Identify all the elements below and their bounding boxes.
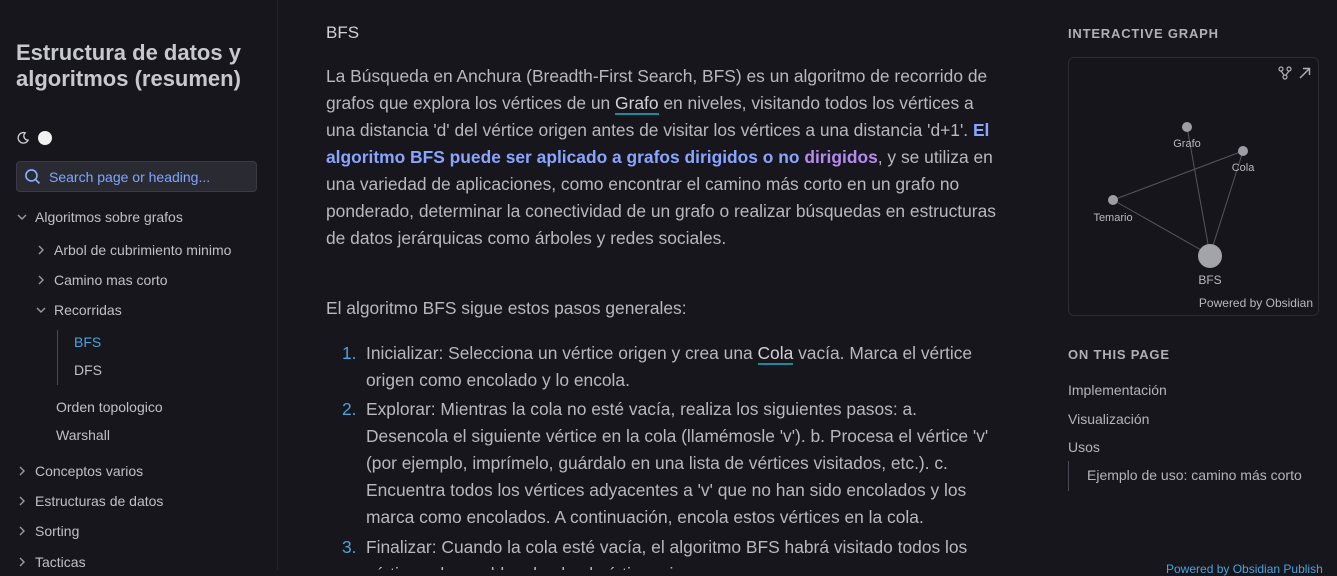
graph-section-title: INTERACTIVE GRAPH xyxy=(1068,26,1219,41)
list-number: 1. xyxy=(342,343,357,363)
graph-node-label: BFS xyxy=(1198,273,1221,287)
nav-item-bfs[interactable]: BFS xyxy=(74,334,101,350)
nav-item-warshall[interactable]: Warshall xyxy=(56,427,110,443)
nav-folder-recorridas[interactable]: Recorridas xyxy=(35,302,122,318)
graph-canvas[interactable]: Grafo Cola Temario BFS xyxy=(1069,58,1320,317)
nav-label: Estructuras de datos xyxy=(35,493,164,509)
global-graph-icon[interactable] xyxy=(1278,66,1292,80)
list-number: 2. xyxy=(342,399,357,419)
list-item: 2. Explorar: Mientras la cola no esté va… xyxy=(326,396,996,531)
internal-link-cola[interactable]: Cola xyxy=(757,343,794,365)
highlight-text: dirigidos xyxy=(804,147,878,167)
nav-label: Tacticas xyxy=(35,554,86,570)
list-item: 3. Finalizar: Cuando la cola esté vacía,… xyxy=(326,534,996,570)
graph-node-bfs[interactable] xyxy=(1198,244,1222,268)
nav-label: Warshall xyxy=(56,427,110,443)
chevron-right-icon xyxy=(38,275,44,285)
nav-label: Orden topologico xyxy=(56,399,163,415)
site-title[interactable]: Estructura de datos y algoritmos (resume… xyxy=(16,40,266,92)
nav-label: Arbol de cubrimiento minimo xyxy=(54,242,232,258)
moon-icon xyxy=(17,131,30,144)
nav-label: Algoritmos sobre grafos xyxy=(35,209,183,225)
nav-folder-tacticas[interactable]: Tacticas xyxy=(16,554,86,570)
theme-toggle[interactable] xyxy=(16,126,68,150)
toc-guide-line xyxy=(1068,461,1069,491)
chevron-right-icon xyxy=(38,245,44,255)
search-input[interactable]: Search page or heading... xyxy=(16,161,257,192)
nav-label: DFS xyxy=(74,362,102,378)
graph-node-cola[interactable] xyxy=(1238,146,1248,156)
paragraph-steps-intro: El algoritmo BFS sigue estos pasos gener… xyxy=(326,298,687,318)
text-run: Finalizar: Cuando la cola esté vacía, el… xyxy=(366,537,968,570)
nav-label: Camino mas corto xyxy=(54,272,168,288)
chevron-right-icon xyxy=(19,466,25,476)
graph-node-label: Cola xyxy=(1232,162,1256,174)
graph-node-label: Grafo xyxy=(1173,138,1201,150)
nav-folder-arbol-de-cubrimiento-minimo[interactable]: Arbol de cubrimiento minimo xyxy=(35,242,231,258)
expand-graph-icon[interactable] xyxy=(1299,67,1311,79)
text-run: Inicializar: Selecciona un vértice orige… xyxy=(366,343,758,363)
footer-powered-by-link[interactable]: Powered by Obsidian Publish xyxy=(1166,562,1323,576)
nav-label: Sorting xyxy=(35,523,80,539)
chevron-right-icon xyxy=(19,496,25,506)
paragraph-intro: La Búsqueda en Anchura (Breadth-First Se… xyxy=(326,63,996,252)
nav-item-orden-topologico[interactable]: Orden topologico xyxy=(56,399,163,415)
right-sidebar: INTERACTIVE GRAPH Grafo Cola Temario BFS xyxy=(1068,0,1328,570)
page-title: BFS xyxy=(326,23,360,42)
chevron-right-icon xyxy=(19,526,25,536)
toc-item-usos[interactable]: Usos xyxy=(1068,439,1100,455)
nav-folder-algoritmos-sobre-grafos[interactable]: Algoritmos sobre grafos xyxy=(16,209,183,225)
toc-item-ejemplo-de-uso[interactable]: Ejemplo de uso: camino más corto xyxy=(1087,467,1302,483)
chevron-down-icon xyxy=(17,214,27,220)
graph-view[interactable]: Grafo Cola Temario BFS Powered by Obsidi… xyxy=(1068,57,1319,316)
nav-folder-conceptos-varios[interactable]: Conceptos varios xyxy=(16,463,143,479)
nav-label: Recorridas xyxy=(54,302,122,318)
toc-item-visualizacion[interactable]: Visualización xyxy=(1068,411,1149,427)
nav-label: BFS xyxy=(74,334,102,350)
tree-guide-line xyxy=(57,330,58,385)
search-icon xyxy=(25,169,41,185)
nav-folder-sorting[interactable]: Sorting xyxy=(16,523,79,539)
graph-powered-by[interactable]: Powered by Obsidian xyxy=(1199,296,1313,310)
list-number: 3. xyxy=(342,537,357,557)
toggle-knob xyxy=(38,131,52,145)
search-placeholder: Search page or heading... xyxy=(49,168,211,185)
chevron-down-icon xyxy=(36,307,46,313)
main-content: BFS La Búsqueda en Anchura (Breadth-Firs… xyxy=(278,0,1038,570)
nav-folder-estructuras-de-datos[interactable]: Estructuras de datos xyxy=(16,493,163,509)
steps-list: 1. Inicializar: Selecciona un vértice or… xyxy=(326,340,996,570)
nav-label: Conceptos varios xyxy=(35,463,144,479)
graph-node-temario[interactable] xyxy=(1108,195,1118,205)
nav-folder-camino-mas-corto[interactable]: Camino mas corto xyxy=(35,272,168,288)
left-sidebar: Estructura de datos y algoritmos (resume… xyxy=(0,0,278,570)
graph-node-label: Temario xyxy=(1093,212,1132,224)
toc-title: ON THIS PAGE xyxy=(1068,347,1170,362)
toc-item-implementacion[interactable]: Implementación xyxy=(1068,382,1167,398)
text-run: Explorar: Mientras la cola no esté vacía… xyxy=(366,399,989,527)
internal-link-grafo[interactable]: Grafo xyxy=(615,93,659,115)
chevron-right-icon xyxy=(19,557,25,567)
graph-node-grafo[interactable] xyxy=(1182,122,1192,132)
nav-item-dfs[interactable]: DFS xyxy=(74,362,102,378)
list-item: 1. Inicializar: Selecciona un vértice or… xyxy=(326,340,996,394)
